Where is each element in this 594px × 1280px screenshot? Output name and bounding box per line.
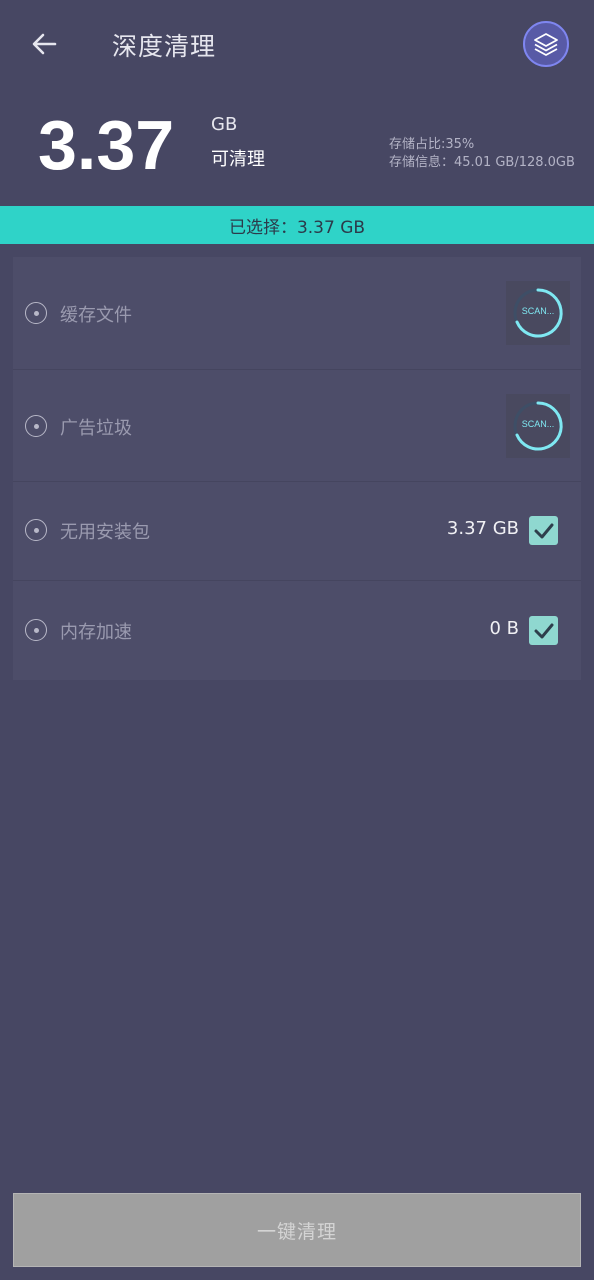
- scan-indicator: SCAN...: [506, 281, 570, 345]
- scan-status: SCAN...: [521, 306, 555, 316]
- check-icon: [534, 523, 553, 538]
- item-size: 3.37 GB: [446, 518, 519, 539]
- clean-button-label: 一键清理: [256, 1220, 337, 1243]
- item-label: 广告垃圾: [60, 418, 132, 439]
- item-checkbox[interactable]: [529, 516, 558, 545]
- list-item-ad-junk[interactable]: 广告垃圾 SCAN...: [13, 370, 581, 482]
- item-label: 内存加速: [60, 622, 132, 643]
- back-button[interactable]: [22, 22, 66, 66]
- amount-unit: GB: [211, 114, 238, 135]
- one-key-clean-button[interactable]: 一键清理: [13, 1193, 581, 1267]
- radio-icon[interactable]: [25, 415, 47, 437]
- header: 深度清理: [0, 0, 594, 90]
- storage-ratio: 存储占比:35%: [389, 137, 475, 152]
- selected-summary-bar: 已选择：3.37 GB: [0, 206, 594, 244]
- storage-info: 存储信息：45.01 GB/128.0GB: [389, 155, 575, 170]
- radio-icon[interactable]: [25, 302, 47, 324]
- cleanable-amount: 3.37: [38, 106, 175, 184]
- selected-text: 已选择：3.37 GB: [228, 217, 366, 238]
- radio-icon[interactable]: [25, 519, 47, 541]
- page-title: 深度清理: [112, 32, 217, 61]
- item-size: 0 B: [489, 618, 519, 639]
- list-item-cache[interactable]: 缓存文件 SCAN...: [13, 257, 581, 370]
- layers-button[interactable]: [523, 21, 569, 67]
- deep-clean-screen: 深度清理 3.37 GB 可清理 存储占比:35% 存储信息：45.01 GB/…: [0, 0, 594, 1280]
- layers-icon: [534, 33, 558, 56]
- radio-icon[interactable]: [25, 619, 47, 641]
- arrow-left-icon: [32, 33, 57, 55]
- clean-item-list: 缓存文件 SCAN... 广告垃圾 SCAN... 无用安装包 3.37 GB …: [13, 257, 581, 680]
- scan-status: SCAN...: [521, 419, 555, 429]
- item-checkbox[interactable]: [529, 616, 558, 645]
- cleanable-label: 可清理: [211, 149, 265, 170]
- item-label: 无用安装包: [60, 522, 150, 543]
- check-icon: [534, 623, 553, 638]
- item-label: 缓存文件: [60, 305, 132, 326]
- scan-indicator: SCAN...: [506, 394, 570, 458]
